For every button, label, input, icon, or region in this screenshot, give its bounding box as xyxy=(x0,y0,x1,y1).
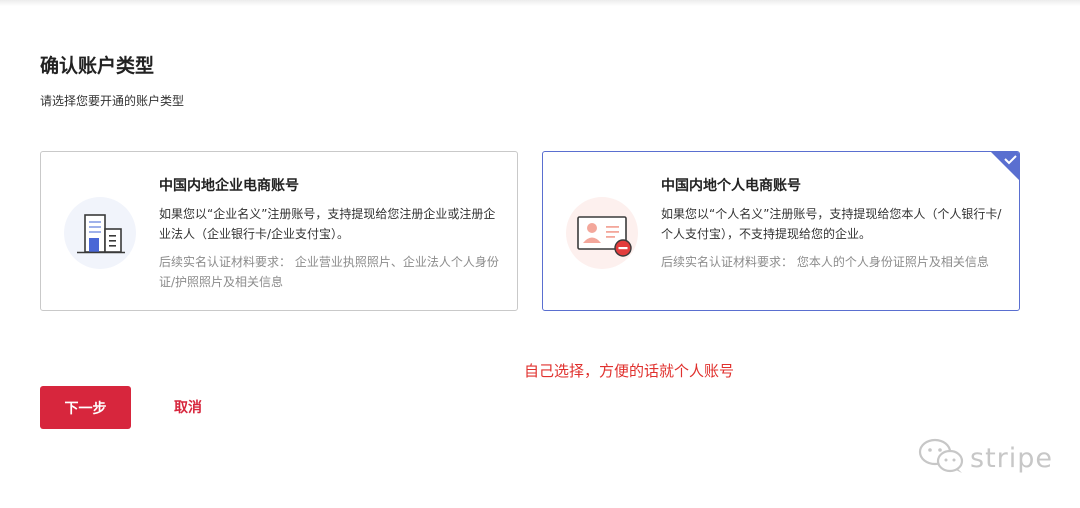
account-type-card-enterprise[interactable]: 中国内地企业电商账号 如果您以“企业名义”注册账号，支持提现给您注册企业或注册企… xyxy=(40,151,518,311)
wechat-icon xyxy=(918,437,966,479)
cancel-button[interactable]: 取消 xyxy=(174,398,202,418)
card-description: 如果您以“企业名义”注册账号，支持提现给您注册企业或注册企业法人（企业银行卡/企… xyxy=(159,207,496,241)
card-requirements: 后续实名认证材料要求： 您本人的个人身份证照片及相关信息 xyxy=(661,255,989,269)
id-card-icon xyxy=(565,196,639,270)
card-requirements: 后续实名认证材料要求： 企业营业执照照片、企业法人个人身份证/护照照片及相关信息 xyxy=(159,255,499,289)
card-text: 中国内地企业电商账号 如果您以“企业名义”注册账号，支持提现给您注册企业或注册企… xyxy=(159,176,504,292)
watermark: stripe xyxy=(918,436,1053,480)
building-icon xyxy=(63,196,137,270)
next-button[interactable]: 下一步 xyxy=(40,386,131,429)
top-shadow xyxy=(0,0,1080,6)
page-title: 确认账户类型 xyxy=(40,55,155,77)
page-subtitle: 请选择您要开通的账户类型 xyxy=(40,94,185,108)
card-title: 中国内地个人电商账号 xyxy=(661,178,801,194)
watermark-text: stripe xyxy=(970,442,1054,474)
account-type-card-personal[interactable]: 中国内地个人电商账号 如果您以“个人名义”注册账号，支持提现给您本人（个人银行卡… xyxy=(542,151,1020,311)
card-title: 中国内地企业电商账号 xyxy=(159,178,299,194)
card-description: 如果您以“个人名义”注册账号，支持提现给您本人（个人银行卡/个人支付宝），不支持… xyxy=(661,207,1002,241)
selected-check-icon xyxy=(991,152,1019,180)
annotation-note: 自己选择，方便的话就个人账号 xyxy=(524,362,735,380)
card-text: 中国内地个人电商账号 如果您以“个人名义”注册账号，支持提现给您本人（个人银行卡… xyxy=(661,176,1006,272)
